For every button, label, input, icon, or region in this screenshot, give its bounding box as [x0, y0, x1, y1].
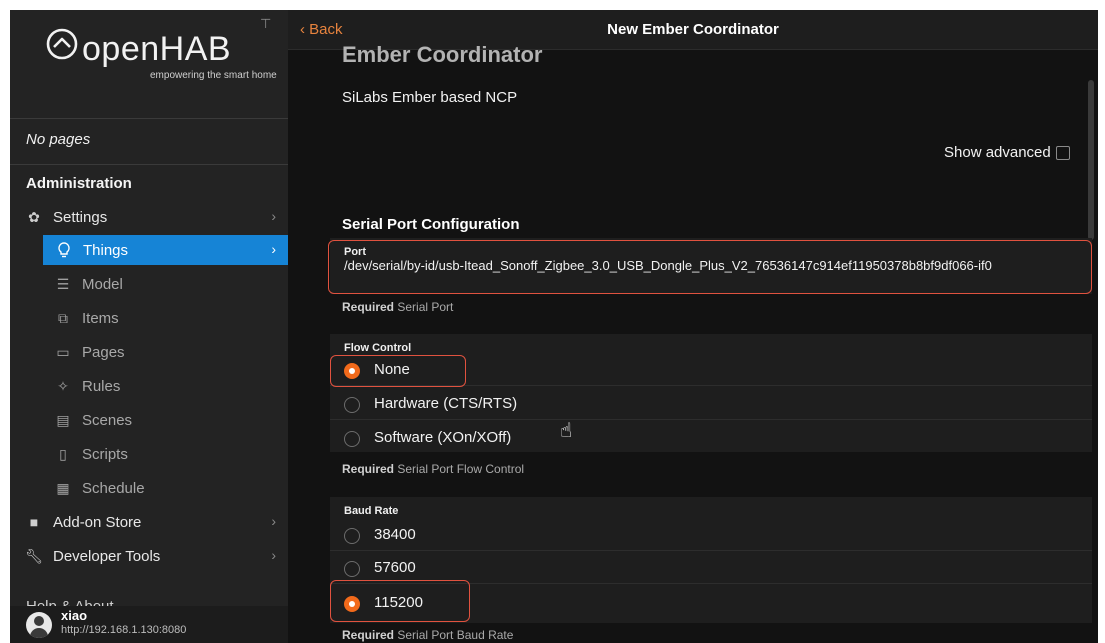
sparkle-icon: ✧ [57, 377, 69, 394]
sidebar-item-label: Settings [53, 208, 108, 226]
sidebar-item-label: Schedule [82, 479, 145, 497]
user-name: xiao [61, 608, 88, 623]
openhab-logo-icon [46, 28, 78, 60]
sidebar-item-label: Model [82, 275, 123, 293]
app-window: ⊤ openHAB empowering the smart home No p… [10, 10, 1098, 643]
sidebar-item-addon-store[interactable]: ■ Add-on Store › [10, 507, 288, 537]
sidebar-item-label: Developer Tools [53, 547, 161, 565]
lightbulb-icon [56, 242, 72, 258]
sidebar-item-scenes[interactable]: ▤ Scenes [10, 405, 288, 435]
divider [10, 164, 288, 165]
gear-icon: ✿ [28, 208, 40, 225]
items-icon: ⧉ [58, 309, 68, 326]
sidebar-item-pages[interactable]: ▭ Pages [10, 337, 288, 367]
logo-tagline: empowering the smart home [150, 70, 277, 81]
sidebar-item-label: Scripts [82, 445, 128, 463]
port-hint: Required Serial Port [342, 300, 454, 314]
baud-rate-hint: Required Serial Port Baud Rate [342, 628, 514, 642]
administration-heading: Administration [26, 175, 132, 192]
avatar [26, 612, 52, 638]
sidebar: ⊤ openHAB empowering the smart home No p… [10, 10, 288, 643]
chevron-right-icon: › [271, 547, 276, 563]
radio-unselected[interactable] [344, 397, 360, 413]
sidebar-item-label: Add-on Store [53, 513, 142, 531]
show-advanced-checkbox[interactable] [1055, 145, 1070, 160]
highlight-box [330, 355, 466, 387]
radio-option-hardware[interactable]: Hardware (CTS/RTS) [330, 387, 1092, 420]
radio-unselected[interactable] [344, 431, 360, 447]
sidebar-item-rules[interactable]: ✧ Rules [10, 371, 288, 401]
divider [10, 118, 288, 119]
sidebar-item-label: Things [83, 241, 129, 259]
calendar-icon: ▦ [56, 479, 70, 496]
chevron-right-icon: › [271, 208, 276, 224]
section-title: Serial Port Configuration [342, 216, 520, 233]
wrench-icon: 🔧︎ [25, 547, 43, 564]
sidebar-item-schedule[interactable]: ▦ Schedule [10, 473, 288, 503]
radio-unselected[interactable] [344, 561, 360, 577]
page-content: Ember Coordinator SiLabs Ember based NCP… [288, 42, 1098, 643]
monitor-icon: ▭ [56, 343, 70, 360]
radio-unselected[interactable] [344, 528, 360, 544]
sidebar-item-things[interactable]: Things › [43, 235, 288, 265]
binding-description: SiLabs Ember based NCP [342, 89, 518, 106]
radio-option-38400[interactable]: 38400 [330, 518, 1092, 551]
baud-rate-label: Baud Rate [344, 505, 399, 517]
main-panel: ‹ Back New Ember Coordinator Ember Coord… [288, 10, 1098, 643]
sidebar-item-items[interactable]: ⧉ Items [10, 303, 288, 333]
logo-word: openHAB [82, 30, 232, 68]
no-pages-label: No pages [26, 131, 91, 148]
user-bar[interactable]: xiao http://192.168.1.130:8080 [10, 606, 288, 643]
film-icon: ▤ [56, 411, 70, 428]
server-url: http://192.168.1.130:8080 [61, 624, 187, 636]
highlight-box [330, 580, 470, 622]
sidebar-item-scripts[interactable]: ▯ Scripts [10, 439, 288, 469]
sidebar-item-settings[interactable]: ✿ Settings › [10, 202, 288, 232]
flow-control-hint: Required Serial Port Flow Control [342, 462, 525, 476]
document-icon: ▯ [59, 445, 67, 462]
highlight-box [328, 240, 1092, 294]
bag-icon: ■ [29, 514, 39, 530]
sidebar-item-developer-tools[interactable]: 🔧︎ Developer Tools › [10, 541, 288, 571]
sidebar-item-model[interactable]: ☰ Model [10, 269, 288, 299]
sidebar-item-label: Rules [82, 377, 121, 395]
flow-control-group: Flow Control None Hardware (CTS/RTS) Sof… [330, 334, 1092, 452]
sidebar-item-label: Pages [82, 343, 125, 361]
page-title: New Ember Coordinator [607, 21, 779, 38]
chevron-right-icon: › [271, 513, 276, 529]
radio-option-software[interactable]: Software (XOn/XOff) [330, 421, 1092, 454]
chevron-right-icon: › [271, 241, 276, 257]
show-advanced-toggle[interactable]: Show advanced [944, 144, 1070, 161]
binding-title: Ember Coordinator [342, 42, 543, 67]
hand-cursor-icon: ☝︎ [560, 420, 573, 442]
sidebar-item-label: Items [82, 309, 119, 327]
sidebar-item-label: Scenes [82, 411, 133, 429]
scrollbar[interactable] [1088, 80, 1094, 240]
openhab-logo[interactable]: openHAB empowering the smart home [46, 28, 277, 88]
list-icon: ☰ [56, 275, 70, 292]
